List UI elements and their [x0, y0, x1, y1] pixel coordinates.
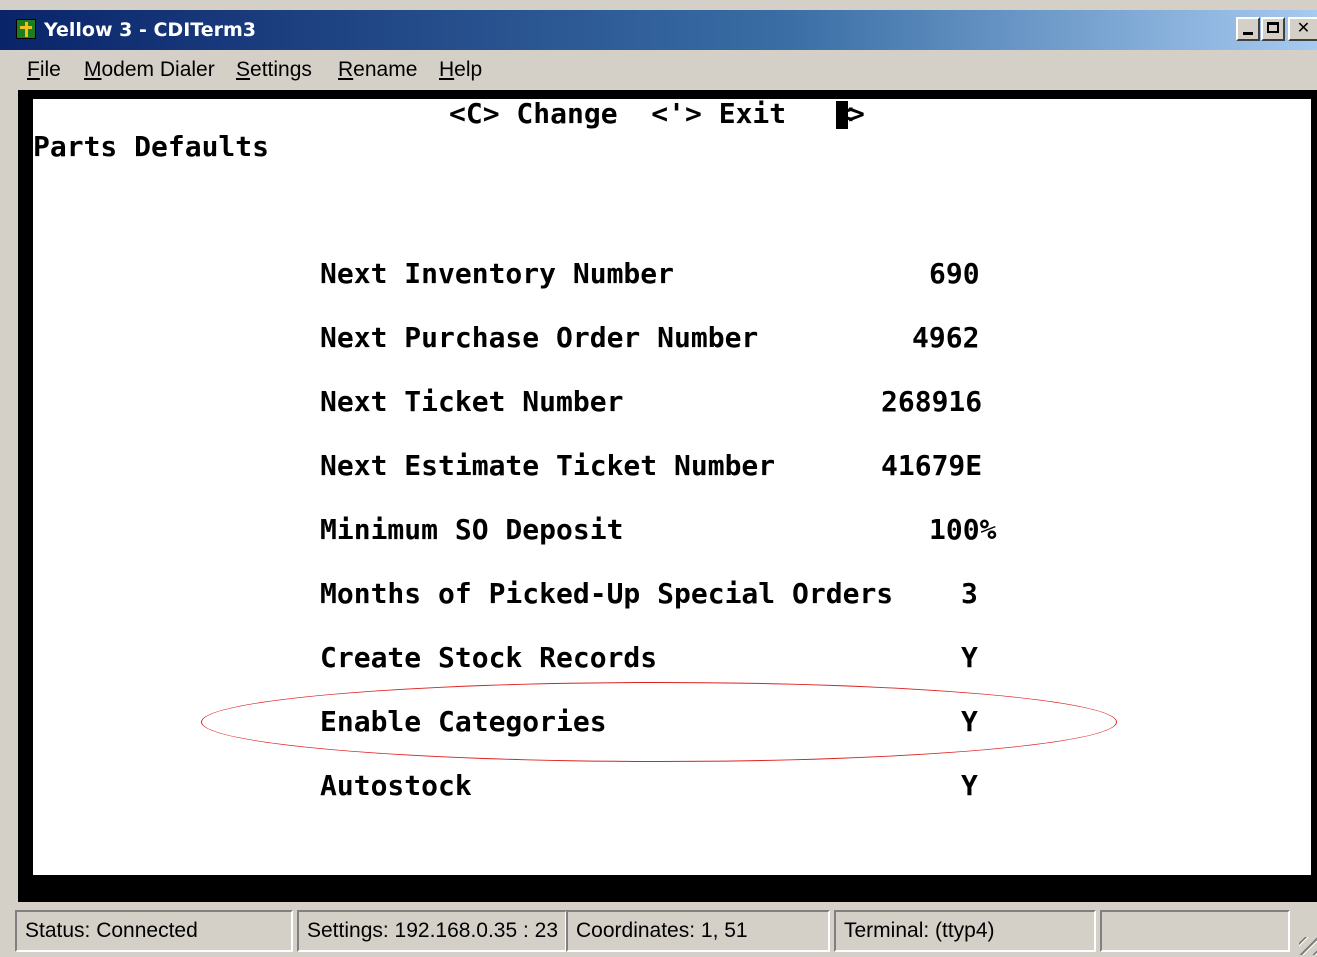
- close-button[interactable]: ✕: [1288, 17, 1317, 41]
- field-label: Minimum SO Deposit: [320, 513, 624, 546]
- resize-grip-icon[interactable]: [1299, 937, 1317, 955]
- maximize-button[interactable]: [1261, 17, 1285, 41]
- menu-modem-dialer[interactable]: Modem Dialer: [84, 58, 215, 82]
- maximize-icon: [1267, 22, 1279, 33]
- status-extra: [1100, 910, 1290, 952]
- window-title: Yellow 3 - CDITerm3: [44, 19, 256, 41]
- screen-title: Parts Defaults: [33, 130, 270, 163]
- field-value: 690: [929, 257, 980, 290]
- field-value: Y: [961, 705, 978, 738]
- field-value: 41679E: [881, 449, 983, 482]
- menu-rename-rest: ename: [353, 58, 418, 81]
- status-settings: Settings: 192.168.0.35 : 23: [297, 910, 567, 952]
- close-icon: ✕: [1296, 18, 1311, 37]
- menu-help[interactable]: Help: [439, 58, 482, 82]
- field-label: Next Purchase Order Number: [320, 321, 759, 354]
- menu-settings[interactable]: Settings: [236, 58, 312, 82]
- menu-bar: File Modem Dialer Settings Rename Help: [0, 50, 1317, 90]
- field-label: Create Stock Records: [320, 641, 658, 674]
- field-value: 3: [961, 577, 978, 610]
- menu-help-mnemonic: H: [439, 58, 455, 81]
- field-label: Autostock: [320, 769, 472, 802]
- field-value: Y: [961, 641, 978, 674]
- menu-modem-rest: odem Dialer: [101, 58, 215, 81]
- field-value: 100%: [929, 513, 997, 546]
- field-value: Y: [961, 769, 978, 802]
- minimize-icon: [1243, 32, 1253, 35]
- menu-file[interactable]: File: [27, 58, 61, 82]
- command-bar: <C> Change <'> Exit <: [449, 97, 854, 130]
- cactus-app-icon[interactable]: [16, 19, 36, 39]
- menu-file-rest: ile: [39, 58, 61, 81]
- status-terminal: Terminal: (ttyp4): [834, 910, 1096, 952]
- menu-modem-mnemonic: M: [84, 58, 102, 81]
- field-label: Next Inventory Number: [320, 257, 675, 290]
- status-connection: Status: Connected: [15, 910, 293, 952]
- menu-file-mnemonic: F: [27, 58, 40, 81]
- menu-help-rest: elp: [454, 58, 483, 81]
- field-label: Next Ticket Number: [320, 385, 624, 418]
- field-label: Enable Categories: [320, 705, 607, 738]
- menu-rename-mnemonic: R: [338, 58, 354, 81]
- field-label: Next Estimate Ticket Number: [320, 449, 776, 482]
- menu-rename[interactable]: Rename: [338, 58, 417, 82]
- field-value: 4962: [912, 321, 980, 354]
- minimize-button[interactable]: [1236, 17, 1260, 41]
- command-bar-end: >: [848, 97, 865, 130]
- field-label: Months of Picked-Up Special Orders: [320, 577, 894, 610]
- menu-settings-rest: ettings: [250, 58, 312, 81]
- menu-settings-mnemonic: S: [236, 58, 251, 81]
- terminal-cursor: [836, 101, 848, 129]
- title-bar[interactable]: Yellow 3 - CDITerm3 ✕: [0, 10, 1317, 50]
- terminal-screen[interactable]: [33, 99, 1311, 875]
- field-value: 268916: [881, 385, 983, 418]
- status-coordinates: Coordinates: 1, 51: [566, 910, 830, 952]
- status-bar: Status: Connected Settings: 192.168.0.35…: [0, 902, 1317, 957]
